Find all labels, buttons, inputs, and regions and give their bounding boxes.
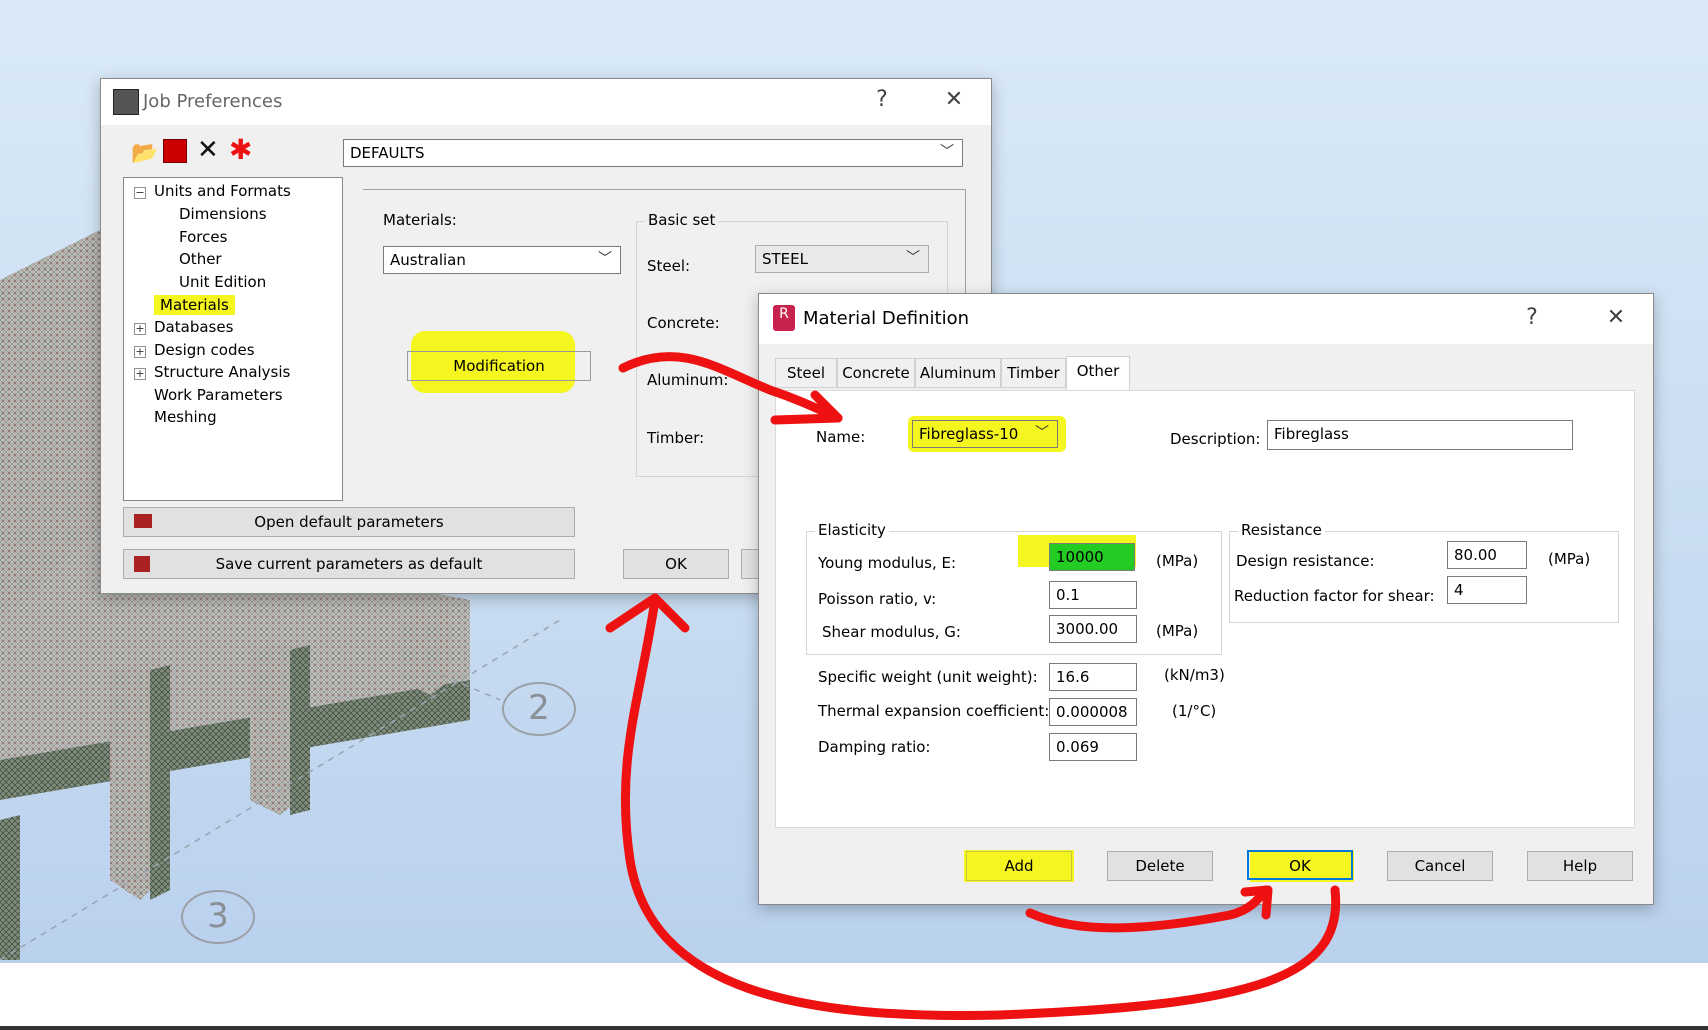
save-icon[interactable] (163, 139, 187, 163)
bottom-border (0, 1026, 1708, 1030)
materials-select[interactable]: Australian ﹀ (383, 246, 621, 274)
open-folder-icon[interactable]: 📂 (131, 141, 158, 166)
design-resistance-label: Design resistance: (1236, 552, 1375, 570)
name-value: Fibreglass-10 (919, 425, 1019, 443)
tree-item-meshing[interactable]: Meshing (154, 408, 217, 426)
tree-item-work-parameters[interactable]: Work Parameters (154, 386, 283, 404)
open-default-label: Open default parameters (254, 513, 444, 531)
tree-item-materials[interactable]: Materials (154, 295, 235, 315)
tab-timber[interactable]: Timber (1001, 358, 1066, 388)
window-title: Job Preferences (143, 91, 283, 112)
tree-item-design-codes[interactable]: Design codes (154, 341, 255, 359)
preset-value: DEFAULTS (350, 144, 425, 162)
cancel-button[interactable]: Cancel (1387, 851, 1493, 881)
collapse-icon[interactable]: − (134, 187, 146, 199)
thermal-expansion-input[interactable]: 0.000008 (1049, 698, 1137, 726)
preset-select[interactable]: DEFAULTS ﹀ (343, 139, 963, 167)
materials-value: Australian (390, 251, 466, 269)
shear-modulus-unit: (MPa) (1156, 622, 1199, 640)
shear-factor-input[interactable]: 4 (1447, 576, 1527, 604)
job-preferences-titlebar: Job Preferences ? ✕ (101, 79, 991, 125)
young-modulus-unit: (MPa) (1156, 552, 1199, 570)
young-modulus-input[interactable]: 10000 (1049, 543, 1135, 571)
thermal-expansion-unit: (1/°C) (1172, 702, 1217, 720)
close-button[interactable]: ✕ (939, 87, 969, 112)
resistance-group: Resistance (1229, 521, 1619, 623)
shear-modulus-input[interactable]: 3000.00 (1049, 615, 1137, 643)
steel-value: STEEL (762, 250, 808, 268)
design-resistance-input[interactable]: 80.00 (1447, 541, 1527, 569)
shear-modulus-label: Shear modulus, G: (822, 623, 961, 641)
specific-weight-unit: (kN/m3) (1164, 666, 1225, 684)
ok-button[interactable]: OK (623, 549, 729, 579)
design-resistance-unit: (MPa) (1548, 550, 1591, 568)
delete-x-icon[interactable]: ✕ (197, 135, 219, 165)
resistance-title: Resistance (1238, 521, 1325, 539)
timber-label: Timber: (647, 429, 705, 447)
window-title: Material Definition (803, 308, 970, 329)
thermal-expansion-label: Thermal expansion coefficient: (818, 702, 1050, 720)
chevron-down-icon: ﹀ (940, 144, 954, 160)
expand-icon[interactable]: + (134, 368, 146, 380)
specific-weight-label: Specific weight (unit weight): (818, 668, 1038, 686)
save-default-label: Save current parameters as default (215, 555, 483, 573)
open-default-icon (134, 514, 152, 528)
delete-button[interactable]: Delete (1107, 851, 1213, 881)
bottom-area (0, 963, 1708, 1030)
robot-app-icon: R (773, 305, 795, 331)
grid-label-2: 2 (502, 682, 576, 736)
basic-set-title: Basic set (645, 211, 719, 229)
tree-item-structure-analysis[interactable]: Structure Analysis (154, 363, 290, 381)
ok-button[interactable]: OK (1247, 850, 1353, 880)
aluminum-label: Aluminum: (647, 371, 729, 389)
tree-item-forces[interactable]: Forces (179, 228, 227, 246)
expand-icon[interactable]: + (134, 346, 146, 358)
name-select[interactable]: Fibreglass-10 ﹀ (912, 420, 1058, 448)
tree-item-unit-edition[interactable]: Unit Edition (179, 273, 266, 291)
grid-label-3: 3 (181, 890, 255, 944)
chevron-down-icon: ﹀ (906, 250, 920, 266)
material-definition-titlebar: R Material Definition ? ✕ (759, 294, 1653, 344)
add-button[interactable]: Add (966, 851, 1072, 881)
shear-factor-label: Reduction factor for shear: (1234, 587, 1435, 605)
steel-select[interactable]: STEEL ﹀ (755, 245, 929, 273)
save-as-default-button[interactable]: Save current parameters as default (123, 549, 575, 579)
open-default-parameters-button[interactable]: Open default parameters (123, 507, 575, 537)
name-label: Name: (816, 428, 866, 446)
tree-item-databases[interactable]: Databases (154, 318, 233, 336)
chevron-down-icon: ﹀ (1035, 425, 1049, 441)
modification-button[interactable]: Modification (407, 351, 591, 381)
description-input[interactable]: Fibreglass (1267, 420, 1573, 450)
elasticity-title: Elasticity (815, 521, 889, 539)
concrete-label: Concrete: (647, 314, 720, 332)
expand-icon[interactable]: + (134, 323, 146, 335)
tree-item-dimensions[interactable]: Dimensions (179, 205, 267, 223)
materials-label: Materials: (383, 211, 457, 229)
help-button[interactable]: ? (867, 87, 897, 112)
specific-weight-input[interactable]: 16.6 (1049, 663, 1137, 691)
young-modulus-label: Young modulus, E: (818, 554, 957, 572)
app-icon (113, 89, 139, 115)
poisson-ratio-label: Poisson ratio, v: (818, 590, 937, 608)
damping-ratio-input[interactable]: 0.069 (1049, 733, 1137, 761)
help-button[interactable]: ? (1517, 305, 1547, 330)
tab-aluminum[interactable]: Aluminum (915, 358, 1001, 388)
help-bottom-button[interactable]: Help (1527, 851, 1633, 881)
chevron-down-icon: ﹀ (598, 251, 612, 267)
tab-steel[interactable]: Steel (775, 358, 837, 388)
reset-star-icon[interactable]: ✱ (229, 133, 252, 166)
steel-label: Steel: (647, 257, 691, 275)
save-default-icon (134, 556, 150, 572)
description-label: Description: (1170, 430, 1261, 448)
tab-other[interactable]: Other (1066, 356, 1130, 390)
damping-ratio-label: Damping ratio: (818, 738, 931, 756)
poisson-ratio-input[interactable]: 0.1 (1049, 581, 1137, 609)
preferences-tree: − Units and Formats Dimensions Forces Ot… (123, 177, 343, 501)
tree-item-units-and-formats[interactable]: Units and Formats (154, 182, 291, 200)
tree-item-other[interactable]: Other (179, 250, 222, 268)
close-button[interactable]: ✕ (1601, 305, 1631, 330)
tab-concrete[interactable]: Concrete (837, 358, 915, 388)
